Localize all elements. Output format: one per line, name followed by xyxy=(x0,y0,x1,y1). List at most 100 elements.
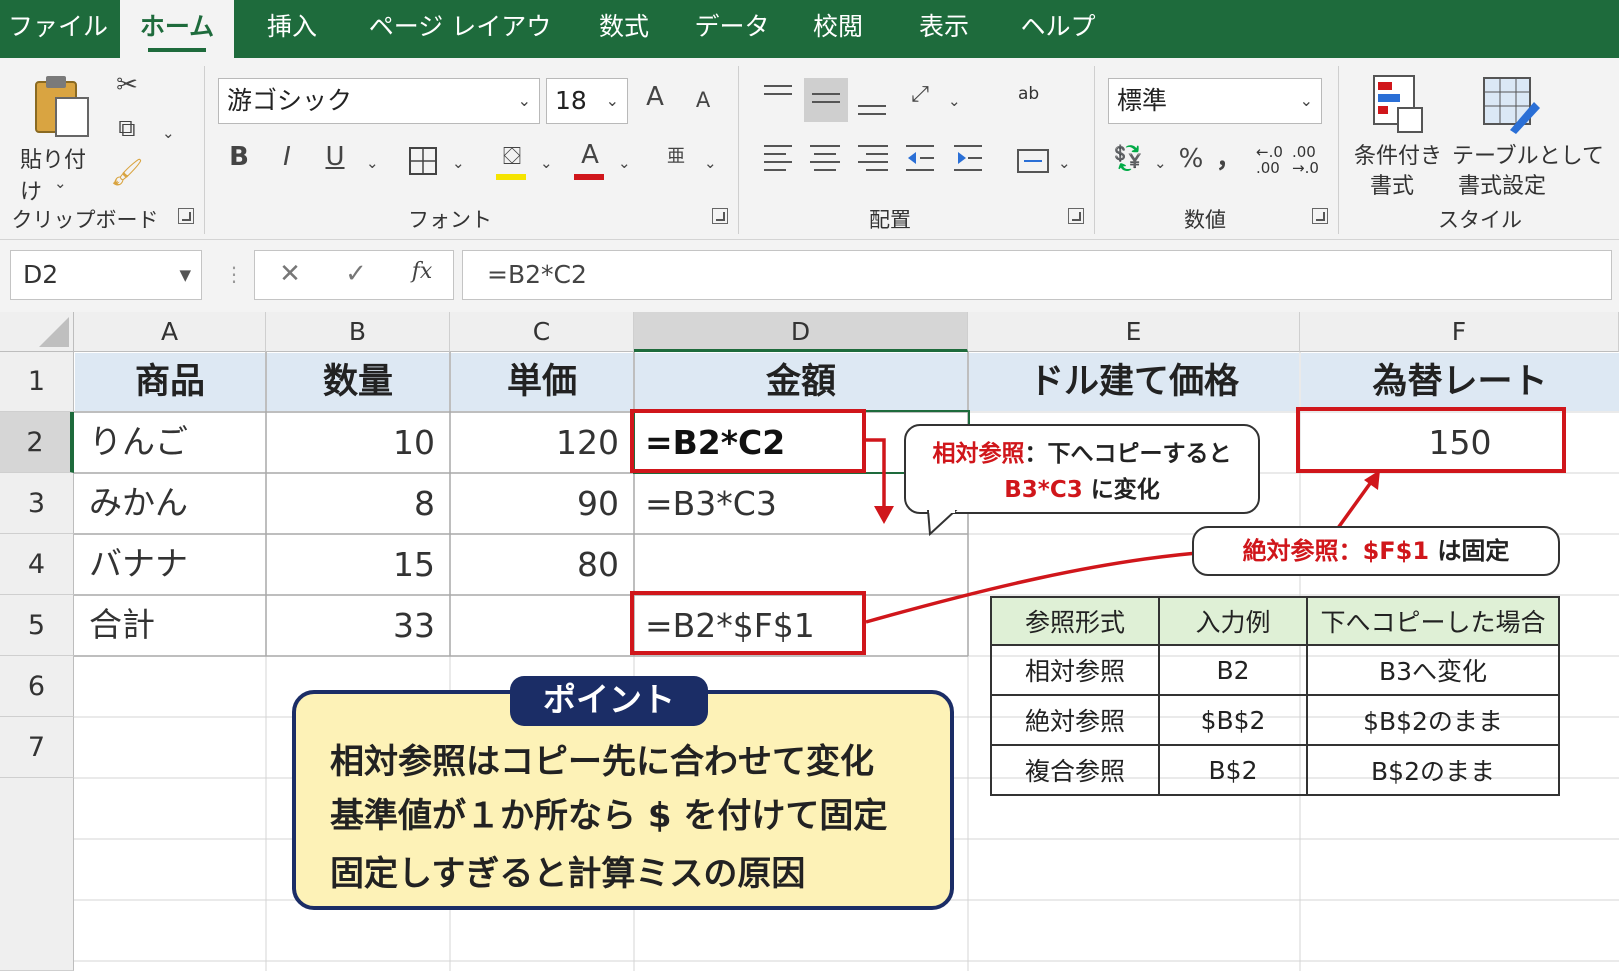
font-name-select[interactable]: 游ゴシック ⌄ xyxy=(218,78,540,124)
cell-a4[interactable]: バナナ xyxy=(75,535,265,595)
comma-button[interactable]: ， xyxy=(1216,138,1242,175)
font-group-label: フォント xyxy=(408,208,492,232)
column-header-a[interactable]: A xyxy=(74,312,266,352)
cell-b5[interactable]: 33 xyxy=(267,596,449,656)
cell-b1[interactable]: 数量 xyxy=(267,353,449,411)
format-painter-icon[interactable]: 🖌 xyxy=(110,158,144,188)
row-header-1[interactable]: 1 xyxy=(0,352,74,412)
conditional-formatting-button[interactable]: 条件付き 書式 xyxy=(1350,68,1446,199)
formula-input[interactable]: =B2*C2 xyxy=(462,250,1612,300)
decrease-decimal-icon[interactable]: .00 →.0 xyxy=(1292,144,1319,176)
copy-dropdown-icon[interactable]: ⌄ xyxy=(162,124,175,142)
cell-d1[interactable]: 金額 xyxy=(635,353,967,411)
number-launcher-icon[interactable] xyxy=(1312,208,1328,224)
borders-dropdown-icon[interactable]: ⌄ xyxy=(452,154,465,172)
shrink-font-icon[interactable]: A xyxy=(690,88,716,112)
format-as-table-button[interactable]: テーブルとして 書式設定 xyxy=(1452,68,1618,199)
phonetic-dropdown-icon[interactable]: ⌄ xyxy=(704,154,717,172)
merge-dropdown-icon[interactable]: ⌄ xyxy=(1058,154,1071,172)
align-left-button[interactable] xyxy=(760,138,794,178)
tab-file[interactable]: ファイル xyxy=(8,0,108,58)
underline-dropdown-icon[interactable]: ⌄ xyxy=(366,154,379,172)
align-top-button[interactable] xyxy=(760,76,794,122)
enter-icon[interactable]: ✓ xyxy=(341,259,371,289)
cell-d3[interactable]: =B3*C3 xyxy=(635,474,885,534)
column-header-b[interactable]: B xyxy=(266,312,450,352)
row-header-3[interactable]: 3 xyxy=(0,473,74,534)
font-size-select[interactable]: 18 ⌄ xyxy=(546,78,628,124)
number-format-select[interactable]: 標準 ⌄ xyxy=(1108,78,1322,124)
row-header-5[interactable]: 5 xyxy=(0,595,74,656)
group-divider xyxy=(1094,66,1095,234)
tab-review[interactable]: 校閲 xyxy=(796,0,880,58)
cell-a3[interactable]: みかん xyxy=(75,474,265,534)
increase-decimal-icon[interactable]: ←.0.00 xyxy=(1256,144,1283,176)
select-all-corner[interactable] xyxy=(0,312,74,352)
row-header-6[interactable]: 6 xyxy=(0,656,74,717)
orientation-dropdown-icon[interactable]: ⌄ xyxy=(948,92,961,110)
paste-button[interactable]: 貼り付け ⌄ xyxy=(16,68,106,205)
name-box[interactable]: D2 ▼ xyxy=(10,250,202,300)
currency-icon[interactable]: 💱 xyxy=(1110,144,1146,172)
align-middle-button[interactable] xyxy=(804,76,848,122)
tab-data[interactable]: データ xyxy=(690,0,774,58)
phonetic-icon[interactable]: 亜 xyxy=(664,142,688,168)
cell-b3[interactable]: 8 xyxy=(267,474,449,534)
align-center-button[interactable] xyxy=(806,138,840,178)
insert-function-icon[interactable]: fx xyxy=(405,259,439,284)
column-header-f[interactable]: F xyxy=(1300,312,1619,352)
underline-button[interactable]: U xyxy=(320,142,350,172)
font-launcher-icon[interactable] xyxy=(712,208,728,224)
borders-icon[interactable] xyxy=(408,146,438,176)
tab-home[interactable]: ホーム xyxy=(120,0,234,58)
alignment-launcher-icon[interactable] xyxy=(1068,208,1084,224)
increase-indent-button[interactable] xyxy=(950,138,984,178)
orientation-icon[interactable]: ⤢ xyxy=(900,82,940,107)
cell-c2[interactable]: 120 xyxy=(451,413,633,473)
cell-c1[interactable]: 単価 xyxy=(451,353,633,411)
fill-color-button[interactable]: ⛋ xyxy=(496,142,528,182)
percent-button[interactable]: % xyxy=(1176,144,1206,174)
clipboard-launcher-icon[interactable] xyxy=(178,208,194,224)
reference-type-table: 参照形式 入力例 下へコピーした場合 相対参照 B2 B3へ変化 絶対参照 $B… xyxy=(990,596,1560,796)
reference-table-cell: $B$2 xyxy=(1158,694,1308,746)
fill-color-dropdown-icon[interactable]: ⌄ xyxy=(540,154,553,172)
row-header-7[interactable]: 7 xyxy=(0,717,74,778)
wrap-text-button[interactable]: ab xyxy=(1016,84,1050,118)
cell-e1[interactable]: ドル建て価格 xyxy=(969,353,1299,411)
cell-b2[interactable]: 10 xyxy=(267,413,449,473)
grow-font-icon[interactable]: A xyxy=(640,82,670,112)
tab-view[interactable]: 表示 xyxy=(902,0,986,58)
align-right-button[interactable] xyxy=(854,138,888,178)
align-bottom-button[interactable] xyxy=(856,76,890,122)
column-header-c[interactable]: C xyxy=(450,312,634,352)
cell-b4[interactable]: 15 xyxy=(267,535,449,595)
cell-a5[interactable]: 合計 xyxy=(75,596,265,656)
bold-button[interactable]: B xyxy=(224,142,254,172)
tab-help[interactable]: ヘルプ xyxy=(1010,0,1106,58)
row-header-4[interactable]: 4 xyxy=(0,534,74,595)
font-color-button[interactable]: A xyxy=(574,140,606,182)
cell-c4[interactable]: 80 xyxy=(451,535,633,595)
column-header-e[interactable]: E xyxy=(968,312,1300,352)
cell-a1[interactable]: 商品 xyxy=(75,353,265,411)
currency-dropdown-icon[interactable]: ⌄ xyxy=(1154,154,1167,172)
cell-f1[interactable]: 為替レート xyxy=(1301,353,1619,411)
paste-dropdown-icon[interactable]: ⌄ xyxy=(54,174,67,192)
tab-insert[interactable]: 挿入 xyxy=(250,0,334,58)
decrease-indent-button[interactable] xyxy=(902,138,936,178)
copy-icon[interactable]: ⧉ xyxy=(110,114,144,142)
tab-page-layout[interactable]: ページ レイアウト xyxy=(360,0,560,95)
cell-c3[interactable]: 90 xyxy=(451,474,633,534)
cancel-icon[interactable]: ✕ xyxy=(275,259,305,289)
row-header-2[interactable]: 2 xyxy=(0,412,74,473)
tab-formulas[interactable]: 数式 xyxy=(582,0,666,58)
cell-a2[interactable]: りんご xyxy=(75,413,265,473)
italic-button[interactable]: I xyxy=(272,142,302,172)
chevron-down-icon: ▼ xyxy=(179,266,191,284)
column-header-d[interactable]: D xyxy=(634,312,968,352)
group-divider xyxy=(1338,66,1339,234)
font-color-dropdown-icon[interactable]: ⌄ xyxy=(618,154,631,172)
cut-icon[interactable]: ✂ xyxy=(110,70,144,100)
merge-center-icon[interactable] xyxy=(1016,146,1050,176)
